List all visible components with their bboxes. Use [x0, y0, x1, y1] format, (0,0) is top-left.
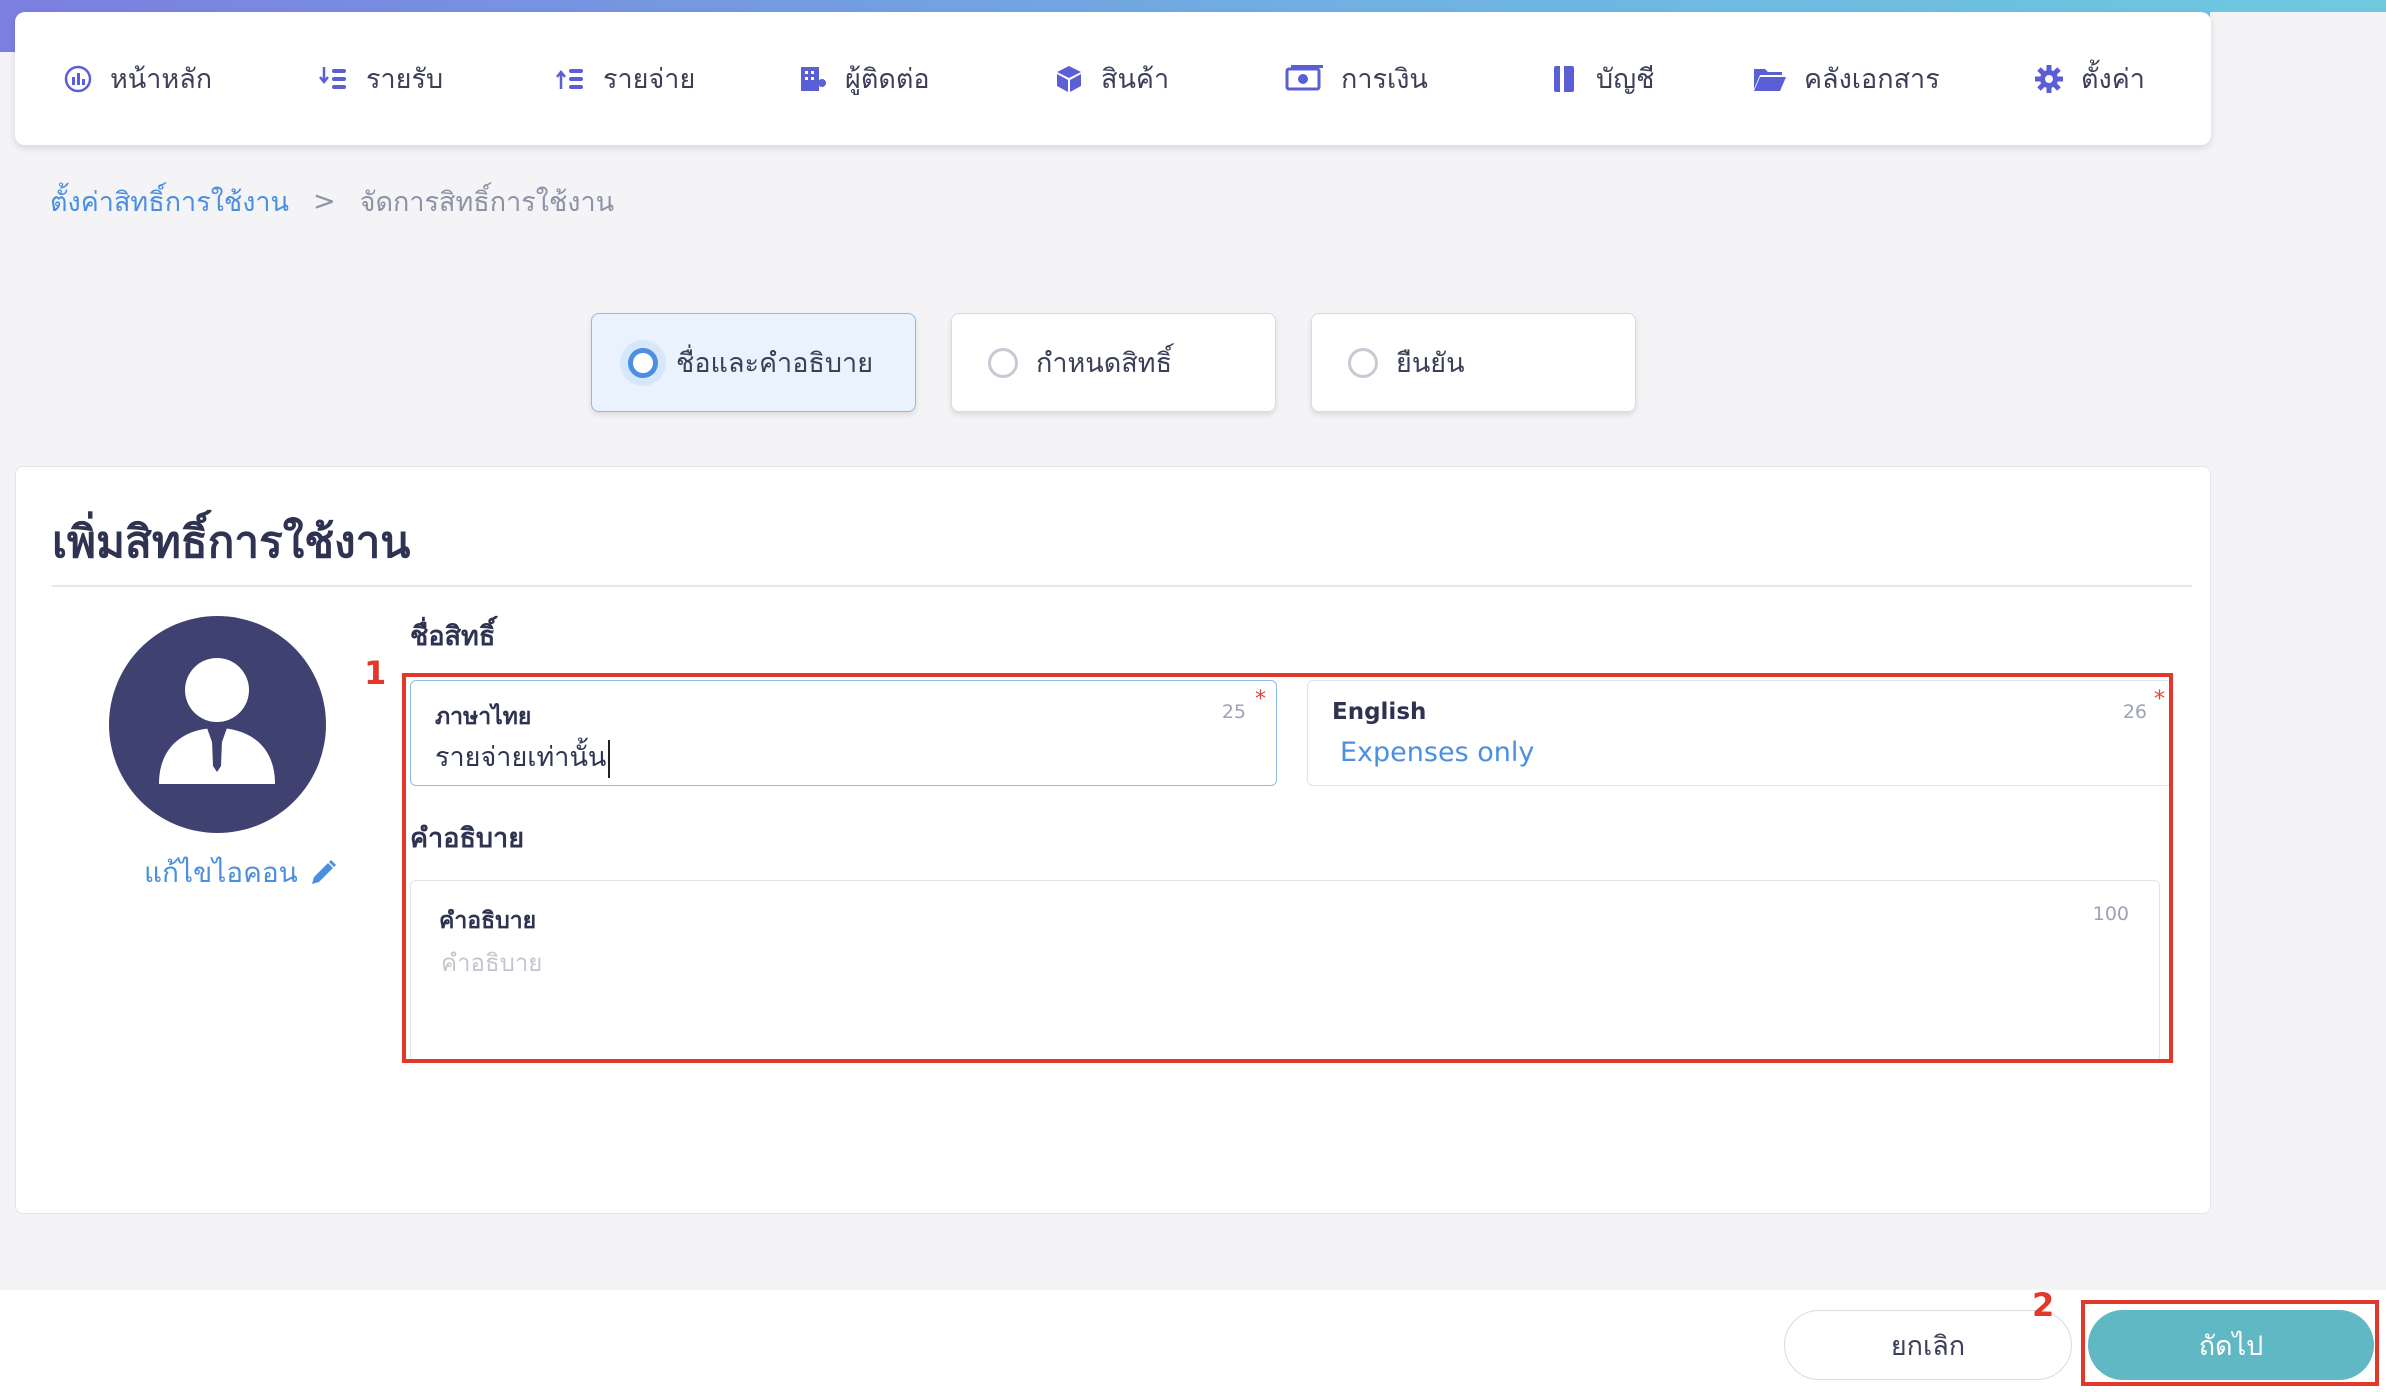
income-icon — [318, 63, 350, 95]
nav-item-settings[interactable]: ตั้งค่า — [2033, 12, 2145, 145]
thai-name-field[interactable]: ภาษาไทย 25 * รายจ่ายเท่านั้น — [410, 680, 1277, 786]
nav-label: บัญชี — [1596, 64, 1655, 95]
edit-icon-button[interactable]: แก้ไขไอคอน — [144, 851, 338, 895]
nav-label: ผู้ติดต่อ — [845, 64, 930, 95]
name-section-label: ชื่อสิทธิ์ — [410, 621, 496, 652]
breadcrumb: ตั้งค่าสิทธิ์การใช้งาน > จัดการสิทธิ์การ… — [50, 180, 614, 223]
english-name-field[interactable]: English 26 * Expenses only — [1307, 680, 2172, 786]
nav-label: สินค้า — [1101, 64, 1170, 95]
nav-label: คลังเอกสาร — [1804, 64, 1940, 95]
step-confirm[interactable]: ยืนยัน — [1311, 313, 1636, 412]
english-name-label: English — [1332, 699, 1427, 725]
required-marker: * — [1255, 687, 1266, 712]
cancel-button[interactable]: ยกเลิก — [1784, 1310, 2072, 1380]
ledger-icon — [1548, 63, 1580, 95]
title-divider — [52, 585, 2192, 587]
pencil-icon — [311, 860, 336, 884]
step-radio-icon — [1348, 347, 1378, 378]
nav-label: ตั้งค่า — [2081, 64, 2145, 95]
gear-icon — [2033, 63, 2065, 95]
description-char-count: 100 — [2092, 903, 2129, 925]
nav-item-income[interactable]: รายรับ — [318, 12, 443, 145]
breadcrumb-parent-link[interactable]: ตั้งค่าสิทธิ์การใช้งาน — [50, 180, 289, 223]
annotation-number-1: 1 — [364, 654, 387, 692]
step-radio-icon — [628, 347, 658, 378]
description-section-label: คำอธิบาย — [410, 823, 525, 854]
description-textarea[interactable]: คำอธิบาย 100 คำอธิบาย — [410, 880, 2160, 1062]
avatar[interactable] — [109, 616, 326, 833]
nav-item-products[interactable]: สินค้า — [1053, 12, 1169, 145]
nav-label: รายจ่าย — [603, 64, 696, 95]
nav-item-dashboard[interactable]: หน้าหลัก — [62, 12, 212, 145]
step-name-description[interactable]: ชื่อและคำอธิบาย — [591, 313, 916, 412]
nav-item-contacts[interactable]: ผู้ติดต่อ — [797, 12, 930, 145]
text-caret — [608, 739, 611, 778]
step-radio-icon — [988, 347, 1018, 378]
user-icon — [159, 658, 275, 784]
english-char-count: 26 — [2122, 701, 2147, 723]
nav-item-expense[interactable]: รายจ่าย — [555, 12, 695, 145]
expense-icon — [555, 63, 587, 95]
required-marker: * — [2154, 687, 2165, 712]
building-icon — [797, 63, 829, 95]
permission-form-card: เพิ่มสิทธิ์การใช้งาน แก้ไขไอคอน — [15, 466, 2211, 1214]
top-accent-bar-end — [2210, 12, 2386, 52]
money-icon — [1285, 63, 1325, 95]
step-label: ยืนยัน — [1396, 348, 1465, 379]
nav-item-finance[interactable]: การเงิน — [1285, 12, 1428, 145]
edit-icon-label: แก้ไขไอคอน — [144, 856, 298, 889]
description-placeholder: คำอธิบาย — [441, 949, 543, 977]
main-navbar: หน้าหลัก รายรับ รายจ่าย ผู้ติดต่อ สินค้า… — [15, 12, 2211, 145]
folder-icon — [1752, 63, 1788, 95]
step-label: กำหนดสิทธิ์ — [1036, 348, 1173, 379]
thai-name-value: รายจ่ายเท่านั้น — [435, 735, 611, 778]
box-icon — [1053, 63, 1085, 95]
nav-label: หน้าหลัก — [110, 64, 213, 95]
nav-label: รายรับ — [366, 64, 444, 95]
english-name-value: Expenses only — [1340, 737, 1535, 768]
thai-char-count: 25 — [1221, 701, 1246, 723]
breadcrumb-current: จัดการสิทธิ์การใช้งาน — [359, 187, 615, 218]
step-permissions[interactable]: กำหนดสิทธิ์ — [951, 313, 1276, 412]
annotation-number-2: 2 — [2032, 1286, 2055, 1324]
thai-name-label: ภาษาไทย — [435, 704, 532, 730]
nav-label: การเงิน — [1341, 64, 1428, 95]
description-label: คำอธิบาย — [439, 908, 537, 934]
page-title: เพิ่มสิทธิ์การใช้งาน — [52, 517, 411, 568]
dashboard-icon — [62, 63, 94, 95]
nav-item-accounting[interactable]: บัญชี — [1548, 12, 1654, 145]
nav-item-documents[interactable]: คลังเอกสาร — [1752, 12, 1940, 145]
breadcrumb-separator: > — [313, 186, 336, 217]
step-label: ชื่อและคำอธิบาย — [676, 348, 874, 379]
next-button[interactable]: ถัดไป — [2088, 1310, 2374, 1380]
